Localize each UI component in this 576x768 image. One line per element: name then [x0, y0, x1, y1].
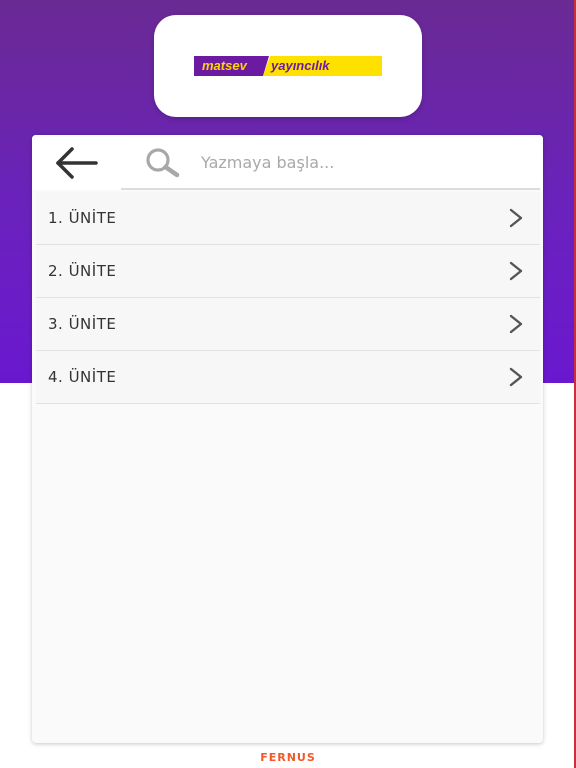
units-list: 1. ÜNİTE 2. ÜNİTE 3. ÜNİTE 4. ÜNİTE	[36, 192, 540, 404]
logo-card: matsev yayıncılık	[154, 15, 422, 117]
chevron-right-icon	[509, 261, 523, 281]
publisher-logo: matsev yayıncılık	[194, 56, 382, 76]
list-item-unit-2[interactable]: 2. ÜNİTE	[36, 245, 540, 298]
arrow-left-icon	[56, 147, 98, 179]
search-bar	[32, 135, 543, 190]
search-input[interactable]	[201, 148, 521, 176]
search-icon	[146, 148, 180, 178]
chevron-right-icon	[509, 208, 523, 228]
list-item-unit-1[interactable]: 1. ÜNİTE	[36, 192, 540, 245]
logo-text-part1: matsev	[194, 56, 269, 76]
footer-brand: FERNUS	[260, 751, 316, 764]
list-item-label: 1. ÜNİTE	[48, 209, 117, 227]
chevron-right-icon	[509, 367, 523, 387]
chevron-right-icon	[509, 314, 523, 334]
list-item-unit-3[interactable]: 3. ÜNİTE	[36, 298, 540, 351]
units-panel: 1. ÜNİTE 2. ÜNİTE 3. ÜNİTE 4. ÜNİTE	[32, 135, 543, 743]
list-item-label: 2. ÜNİTE	[48, 262, 117, 280]
search-field[interactable]	[121, 135, 540, 190]
logo-text-part2: yayıncılık	[263, 56, 382, 76]
list-item-label: 4. ÜNİTE	[48, 368, 117, 386]
list-item-label: 3. ÜNİTE	[48, 315, 117, 333]
list-item-unit-4[interactable]: 4. ÜNİTE	[36, 351, 540, 404]
back-button[interactable]	[54, 145, 98, 181]
